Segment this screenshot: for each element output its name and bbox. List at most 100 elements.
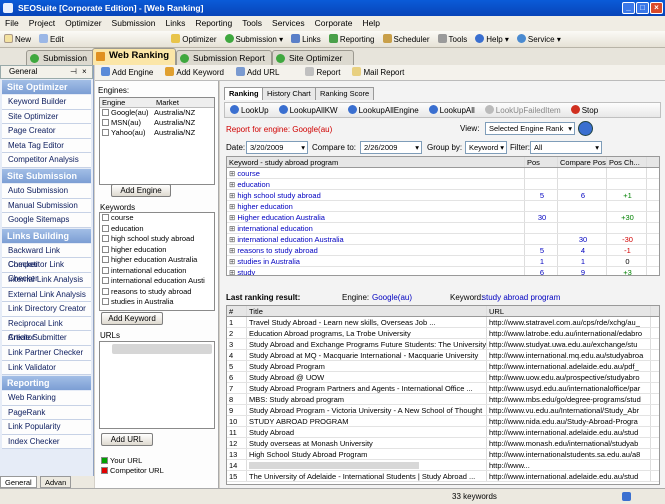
engine-checkbox[interactable] [102,109,109,116]
add-keyword-button[interactable]: Add Keyword [101,312,163,325]
ranking-row[interactable]: ⊞ course [227,168,659,179]
menu-help[interactable]: Help [357,16,384,31]
add-url-toolbar-button[interactable]: Add URL [230,65,285,81]
ranking-row[interactable]: ⊞ international education Australia 30 -30 [227,234,659,245]
nav-competitor-link-checker[interactable]: Competitor Link Checker [2,258,91,283]
nav-link-directory-creator[interactable]: Link Directory Creator [2,302,91,317]
lookup-all-engine-button[interactable]: LookupAllEngine [343,103,424,118]
keyword-column-header[interactable]: Keyword - study abroad program [227,157,525,167]
panel-close-icon[interactable]: × [82,66,87,78]
result-row[interactable]: 7 Study Abroad Program Partners and Agent… [227,383,659,394]
keyword-item[interactable]: international education [100,266,214,277]
minimize-icon[interactable]: _ [622,2,635,14]
add-keyword-toolbar-button[interactable]: Add Keyword [159,65,230,81]
section-reporting[interactable]: Reporting [2,376,91,391]
nav-external-link-analysis[interactable]: External Link Analysis [2,287,91,303]
engine-row[interactable]: Yahoo(au) Australia/NZ [100,128,214,138]
tools-button[interactable]: Tools [434,31,472,47]
result-row[interactable]: 8 MBS: Study abroad program http://www.mbs… [227,394,659,405]
compare-pos-column-header[interactable]: Compare Pos [558,157,607,167]
add-engine-button[interactable]: Add Engine [111,184,171,197]
menu-links[interactable]: Links [160,16,190,31]
result-row[interactable]: 11 Study Abroad http://www.international.a… [227,427,659,438]
filter-select[interactable]: All ▾ [530,141,602,154]
tab-submission[interactable]: Submission [26,50,98,65]
help-button[interactable]: Help ▾ [471,31,513,47]
mail-report-button[interactable]: Mail Report [346,65,410,81]
pos-change-column-header[interactable]: Pos Ch... [607,157,647,167]
groupby-select[interactable]: Keyword ▾ [465,141,507,154]
optimizer-button[interactable]: Optimizer [167,31,220,47]
url-column-header[interactable]: URL [487,306,651,316]
add-engine-toolbar-button[interactable]: Add Engine [95,65,159,81]
nav-link-popularity[interactable]: Link Popularity [2,420,91,435]
nav-competitor-analysis[interactable]: Competitor Analysis [2,153,91,168]
stop-button[interactable]: Stop [566,103,603,118]
compare-date-picker[interactable]: 2/26/2009 ▾ [360,141,422,154]
tab-ranking[interactable]: Ranking [224,87,264,100]
ranking-row[interactable]: ⊞ Higher education Australia 30 +30 [227,212,659,223]
market-column-header[interactable]: Market [154,98,179,107]
nav-page-creator[interactable]: Page Creator [2,124,91,139]
ranking-row[interactable]: ⊞ study 6 9 +3 [227,267,659,275]
engine-checkbox[interactable] [102,129,109,136]
nav-manual-submission[interactable]: Manual Submission [2,198,91,214]
lookup-failed-item-button[interactable]: LookUpFailedItem [480,103,566,118]
nav-auto-submission[interactable]: Auto Submission [2,183,91,199]
reporting-button[interactable]: Reporting [325,31,379,47]
nav-meta-tag-editor[interactable]: Meta Tag Editor [2,138,91,154]
lookup-all-button[interactable]: LookupAll [424,103,480,118]
nav-web-ranking[interactable]: Web Ranking [2,391,91,406]
footer-tab-general[interactable]: General [0,476,37,488]
nav-link-validator[interactable]: Link Validator [2,360,91,376]
nav-reciprocal-link-creator[interactable]: Reciprocal Link Creator [2,316,91,342]
menu-services[interactable]: Services [267,16,310,31]
menu-optimizer[interactable]: Optimizer [60,16,106,31]
links-button[interactable]: Links [287,31,325,47]
rank-column-header[interactable]: # [227,306,247,316]
lookup-all-kw-button[interactable]: LookupAllKW [274,103,343,118]
nav-link-partner-checker[interactable]: Link Partner Checker [2,345,91,361]
report-button[interactable]: Report [299,65,346,81]
keyword-item[interactable]: high school study abroad [100,234,214,245]
keyword-item[interactable]: course [100,213,214,224]
menu-corporate[interactable]: Corporate [310,16,358,31]
tab-ranking-score[interactable]: Ranking Score [315,87,375,100]
result-row[interactable]: 2 Education Abroad programs, La Trobe Uni… [227,328,659,339]
date-picker[interactable]: 3/20/2009 ▾ [246,141,308,154]
keyword-item[interactable]: reasons to study abroad [100,287,214,298]
service-button[interactable]: Service ▾ [513,31,565,47]
tab-history-chart[interactable]: History Chart [262,87,316,100]
nav-article-submitter[interactable]: Article Submitter [2,331,91,346]
lookup-button[interactable]: LookUp [225,103,274,118]
pin-icon[interactable]: ⊣ [70,66,77,78]
result-row[interactable]: 13 High School Study Abroad Program http:/… [227,449,659,460]
menu-project[interactable]: Project [24,16,60,31]
view-select[interactable]: Selected Engine Rank ▾ [485,122,575,135]
tab-site-optimizer[interactable]: Site Optimizer [272,50,354,65]
ranking-row[interactable]: ⊞ international education [227,223,659,234]
nav-google-sitemaps[interactable]: Google Sitemaps [2,213,91,228]
edit-button[interactable]: Edit [35,31,68,47]
add-url-button[interactable]: Add URL [101,433,153,446]
menu-submission[interactable]: Submission [107,16,161,31]
tab-submission-report[interactable]: Submission Report [176,50,272,65]
footer-tab-advanced[interactable]: Advan [40,476,72,488]
pos-column-header[interactable]: Pos [525,157,558,167]
new-button[interactable]: New [0,31,35,47]
nav-site-optimizer[interactable]: Site Optimizer [2,109,91,125]
maximize-icon[interactable]: □ [636,2,649,14]
url-item-blurred[interactable] [112,344,212,354]
result-row[interactable]: 1 Travel Study Abroad - Learn new skills,… [227,317,659,328]
result-row[interactable]: 10 STUDY ABROAD PROGRAM http://www.nida.ed… [227,416,659,427]
menu-reporting[interactable]: Reporting [190,16,237,31]
result-row[interactable]: 6 Study Abroad @ UOW http://www.uow.edu.au… [227,372,659,383]
result-row[interactable]: 4 Study Abroad at MQ - Macquarie Internat… [227,350,659,361]
engine-checkbox[interactable] [102,119,109,126]
ranking-row[interactable]: ⊞ high school study abroad 5 6 +1 [227,190,659,201]
refresh-icon[interactable] [578,121,593,136]
ranking-row[interactable]: ⊞ higher education [227,201,659,212]
result-row[interactable]: 12 Study overseas at Monash University htt… [227,438,659,449]
nav-keyword-builder[interactable]: Keyword Builder [2,95,91,110]
nav-index-checker[interactable]: Index Checker [2,434,91,450]
